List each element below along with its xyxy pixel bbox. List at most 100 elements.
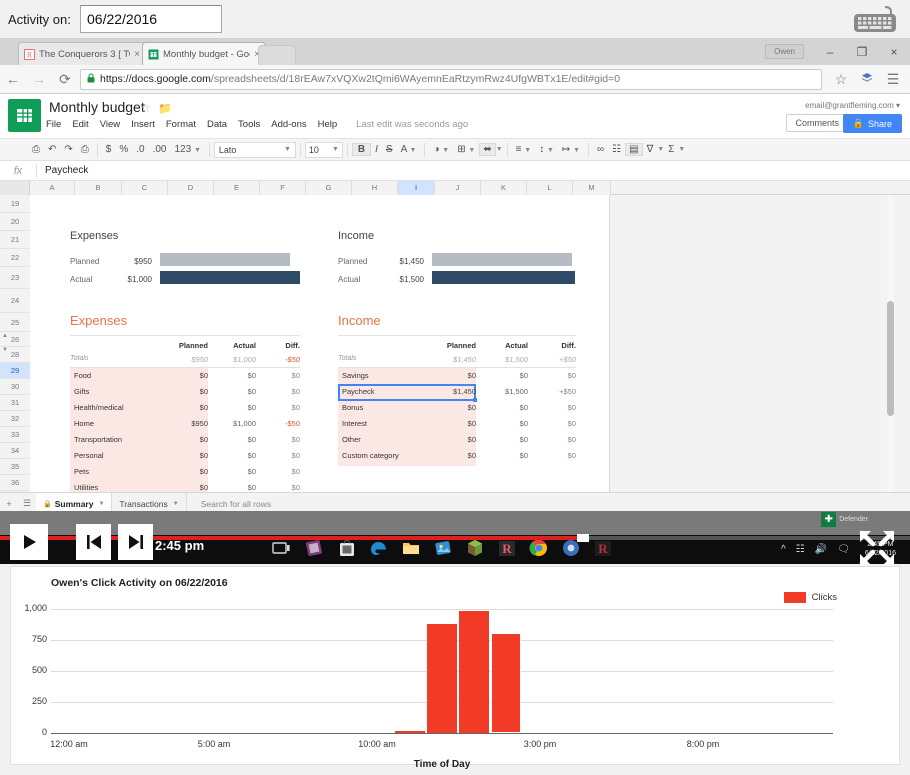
income-row-name[interactable]: Interest — [342, 419, 367, 428]
chevron-down-icon[interactable]: ▼ — [173, 501, 179, 507]
row-header-22[interactable]: 22 — [0, 249, 30, 267]
income-row-planned[interactable]: $0 — [422, 435, 476, 444]
select-all-corner[interactable] — [0, 181, 30, 195]
col-header-H[interactable]: H — [352, 181, 398, 195]
expense-row-planned[interactable]: $0 — [154, 403, 208, 412]
row-header-30[interactable]: 30 — [0, 379, 30, 395]
expense-row-name[interactable]: Pets — [74, 467, 89, 476]
merge-cells-button[interactable]: ⬌ — [479, 143, 496, 156]
row-header-36[interactable]: 36 — [0, 475, 30, 491]
expense-row-planned[interactable]: $0 — [154, 483, 208, 492]
browser-tab-monthly-budget[interactable]: Monthly budget - Google × — [142, 42, 266, 65]
row-header-23[interactable]: 23 — [0, 267, 30, 289]
close-window-button[interactable]: × — [878, 45, 910, 59]
player-scrubber-handle[interactable] — [576, 534, 589, 542]
expand-icon[interactable] — [856, 527, 898, 569]
col-header-C[interactable]: C — [122, 181, 168, 195]
text-color-button[interactable]: A ▼ — [397, 144, 421, 155]
expense-row-diff[interactable]: $0 — [258, 467, 300, 476]
horizontal-align-button[interactable]: ≡ ▼ — [512, 144, 536, 155]
functions-button[interactable]: Σ — [664, 144, 678, 155]
expense-row-planned[interactable]: $0 — [154, 467, 208, 476]
expense-row-actual[interactable]: $1,000 — [210, 419, 256, 428]
bold-button[interactable]: B — [351, 143, 372, 156]
activity-date-input[interactable] — [80, 5, 222, 33]
add-sheet-icon[interactable]: + — [0, 499, 18, 509]
font-family-select[interactable]: Lato ▼ — [213, 141, 296, 158]
insert-chart-button[interactable]: ▤ — [625, 143, 643, 156]
bar-1140am[interactable] — [427, 624, 457, 733]
account-email[interactable]: email@grantfleming.com ▾ — [805, 101, 900, 110]
income-row-diff[interactable]: $0 — [532, 371, 576, 380]
income-row-actual[interactable]: $0 — [480, 419, 528, 428]
income-row-name[interactable]: Paycheck — [342, 387, 375, 396]
keyboard-icon[interactable] — [852, 4, 898, 34]
expense-row-actual[interactable]: $0 — [210, 483, 256, 492]
income-row-diff[interactable]: $0 — [532, 419, 576, 428]
back-icon[interactable]: ← — [0, 71, 26, 87]
row-header-29[interactable]: 29 — [0, 363, 30, 379]
new-tab-button[interactable] — [258, 45, 296, 65]
income-row-planned[interactable]: $0 — [422, 371, 476, 380]
menu-help[interactable]: Help — [318, 119, 338, 130]
expense-row-planned[interactable]: $950 — [154, 419, 208, 428]
expense-row-diff[interactable]: $0 — [258, 403, 300, 412]
increase-decimal-button[interactable]: .00 — [149, 144, 171, 155]
row-header-20[interactable]: 20 — [0, 213, 30, 231]
menu-format[interactable]: Format — [166, 119, 196, 130]
print-icon[interactable]: ⎙ — [28, 144, 44, 155]
income-row-actual[interactable]: $1,500 — [480, 387, 528, 396]
expense-row-name[interactable]: Home — [74, 419, 94, 428]
col-header-J[interactable]: J — [435, 181, 481, 195]
row-header-35[interactable]: 35 — [0, 459, 30, 475]
last-edit-status[interactable]: Last edit was seconds ago — [356, 119, 468, 130]
browser-tab-conquerors[interactable]: R The Conquerors 3 [ Two × — [18, 42, 146, 65]
row-header-32[interactable]: 32 — [0, 411, 30, 427]
row-header-24[interactable]: 24 — [0, 289, 30, 313]
profile-chip[interactable]: Owen — [765, 44, 804, 59]
row-header-31[interactable]: 31 — [0, 395, 30, 411]
insert-comment-button[interactable]: ☷ — [608, 144, 625, 155]
bar-1040am[interactable] — [395, 731, 425, 733]
currency-format-button[interactable]: $ — [102, 144, 116, 155]
menu-addons[interactable]: Add-ons — [271, 119, 306, 130]
maximize-button[interactable]: ❐ — [846, 45, 878, 59]
expense-row-name[interactable]: Health/medical — [74, 403, 124, 412]
next-button[interactable] — [118, 524, 153, 560]
col-header-M[interactable]: M — [573, 181, 611, 195]
group-expand-icon[interactable]: ▼ — [2, 347, 8, 353]
menu-view[interactable]: View — [100, 119, 120, 130]
document-title[interactable]: Monthly budget — [49, 99, 145, 115]
income-row-diff[interactable]: $0 — [532, 403, 576, 412]
strikethrough-button[interactable]: S — [382, 144, 397, 155]
play-button[interactable] — [10, 524, 48, 560]
expense-row-actual[interactable]: $0 — [210, 387, 256, 396]
row-header-19[interactable]: 19 — [0, 195, 30, 213]
income-row-actual[interactable]: $0 — [480, 451, 528, 460]
group-collapse-icon[interactable]: ▲ — [2, 333, 8, 339]
row-header-21[interactable]: 21 — [0, 231, 30, 249]
sheets-logo-icon[interactable] — [8, 99, 41, 132]
minimize-button[interactable]: – — [814, 45, 846, 59]
more-formats-button[interactable]: 123 ▼ — [171, 144, 205, 155]
col-header-A[interactable]: A — [30, 181, 75, 195]
menu-insert[interactable]: Insert — [131, 119, 155, 130]
expense-row-planned[interactable]: $0 — [154, 387, 208, 396]
expense-row-diff[interactable]: -$50 — [258, 419, 300, 428]
income-row-diff[interactable]: $0 — [532, 451, 576, 460]
fill-color-button[interactable]: ◑ ▼ — [429, 144, 453, 155]
income-row-actual[interactable]: $0 — [480, 403, 528, 412]
menu-data[interactable]: Data — [207, 119, 227, 130]
forward-icon[interactable]: → — [26, 71, 52, 87]
redo-icon[interactable]: ↷ — [60, 144, 76, 155]
undo-icon[interactable]: ↶ — [44, 144, 60, 155]
comments-button[interactable]: Comments — [786, 114, 848, 132]
filter-button[interactable]: ∇ — [643, 144, 658, 155]
browser-menu-icon[interactable]: ☰ — [880, 71, 906, 88]
address-bar[interactable]: https://docs.google.com/spreadsheets/d/1… — [80, 68, 822, 90]
expense-row-diff[interactable]: $0 — [258, 451, 300, 460]
menu-edit[interactable]: Edit — [72, 119, 88, 130]
income-row-planned[interactable]: $1,450 — [422, 387, 476, 396]
income-row-name[interactable]: Custom category — [342, 451, 399, 460]
row-header-33[interactable]: 33 — [0, 427, 30, 443]
